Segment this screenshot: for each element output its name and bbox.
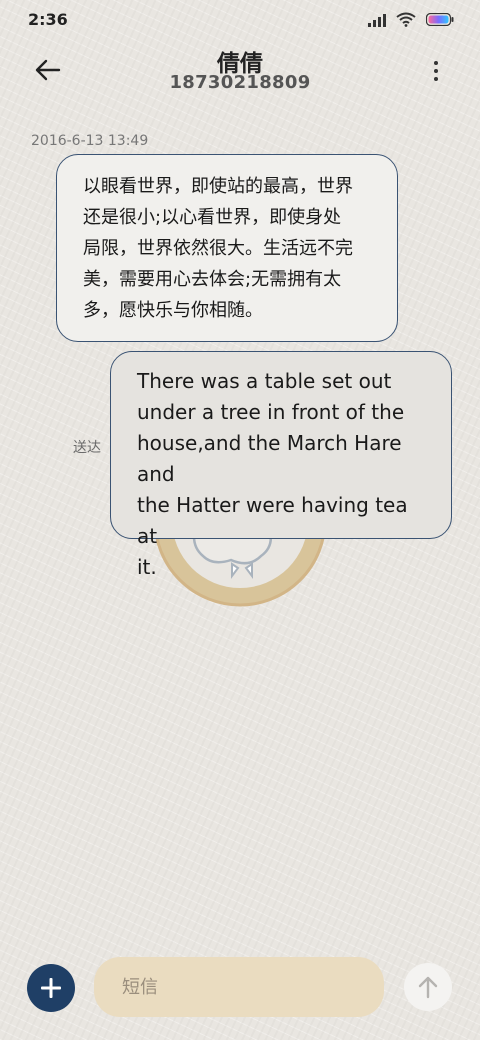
message-line: it. xyxy=(137,555,157,579)
status-time: 2:36 xyxy=(28,10,68,29)
status-icons xyxy=(368,12,454,27)
add-attachment-button[interactable] xyxy=(27,964,75,1012)
message-line: under a tree in front of the xyxy=(137,400,405,424)
wifi-icon xyxy=(396,12,416,27)
message-line: There was a table set out xyxy=(137,369,392,393)
received-message-bubble[interactable]: 以眼看世界，即使站的最高，世界 还是很小;以心看世界，即使身处 局限，世界依然很… xyxy=(56,154,398,342)
message-line: 还是很小;以心看世界，即使身处 xyxy=(83,207,342,228)
message-line: the Hatter were having tea at xyxy=(137,493,408,548)
contact-phone-number: 18730218809 xyxy=(169,72,311,93)
message-line: 以眼看世界，即使站的最高，世界 xyxy=(83,176,353,197)
conversation-header: 倩倩 18730218809 xyxy=(0,40,480,110)
message-timestamp: 2016-6-13 13:49 xyxy=(31,133,149,149)
send-button[interactable] xyxy=(404,963,452,1011)
message-line: house,and the March Hare and xyxy=(137,431,402,486)
composer-bar xyxy=(0,950,480,1030)
more-vertical-icon xyxy=(434,61,438,65)
arrow-up-icon xyxy=(418,976,438,999)
message-line: 局限，世界依然很大。生活远不完 xyxy=(83,238,353,259)
message-line: 多，愿快乐与你相随。 xyxy=(83,300,263,321)
battery-icon xyxy=(426,13,454,26)
status-bar: 2:36 xyxy=(0,0,480,40)
signal-icon xyxy=(368,13,386,27)
sent-message-bubble[interactable]: There was a table set out under a tree i… xyxy=(110,351,452,579)
delivery-status: 送达 xyxy=(73,440,101,456)
message-input[interactable] xyxy=(94,957,384,1017)
message-line: 美，需要用心去体会;无需拥有太 xyxy=(83,269,342,290)
more-options-button[interactable] xyxy=(428,56,444,86)
